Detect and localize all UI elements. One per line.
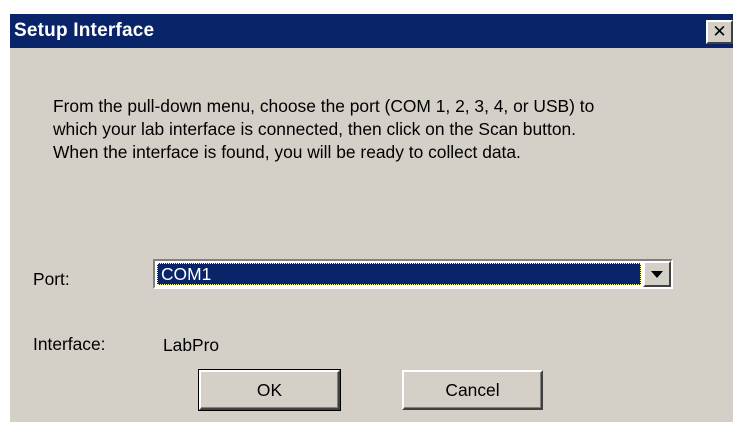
- port-selected-value[interactable]: COM1: [157, 263, 641, 285]
- instructions-text: From the pull-down menu, choose the port…: [53, 95, 713, 164]
- dialog-title: Setup Interface: [14, 20, 155, 41]
- instructions-line: When the interface is found, you will be…: [53, 142, 521, 162]
- port-label: Port:: [33, 269, 70, 289]
- port-value-text: COM1: [161, 264, 212, 284]
- title-bar[interactable]: Setup Interface ✕: [10, 14, 733, 48]
- instructions-line: From the pull-down menu, choose the port…: [53, 96, 595, 116]
- interface-label: Interface:: [33, 334, 106, 354]
- ok-button[interactable]: OK: [198, 369, 341, 411]
- port-dropdown-button[interactable]: [643, 261, 671, 287]
- interface-value: LabPro: [163, 335, 220, 355]
- cancel-button[interactable]: Cancel: [402, 370, 543, 410]
- chevron-down-icon: [651, 270, 663, 278]
- close-button[interactable]: ✕: [706, 20, 733, 44]
- port-dropdown[interactable]: COM1: [153, 259, 673, 289]
- close-icon: ✕: [712, 21, 727, 42]
- setup-interface-dialog: Setup Interface ✕ From the pull-down men…: [8, 12, 733, 422]
- instructions-line: which your lab interface is connected, t…: [53, 119, 576, 139]
